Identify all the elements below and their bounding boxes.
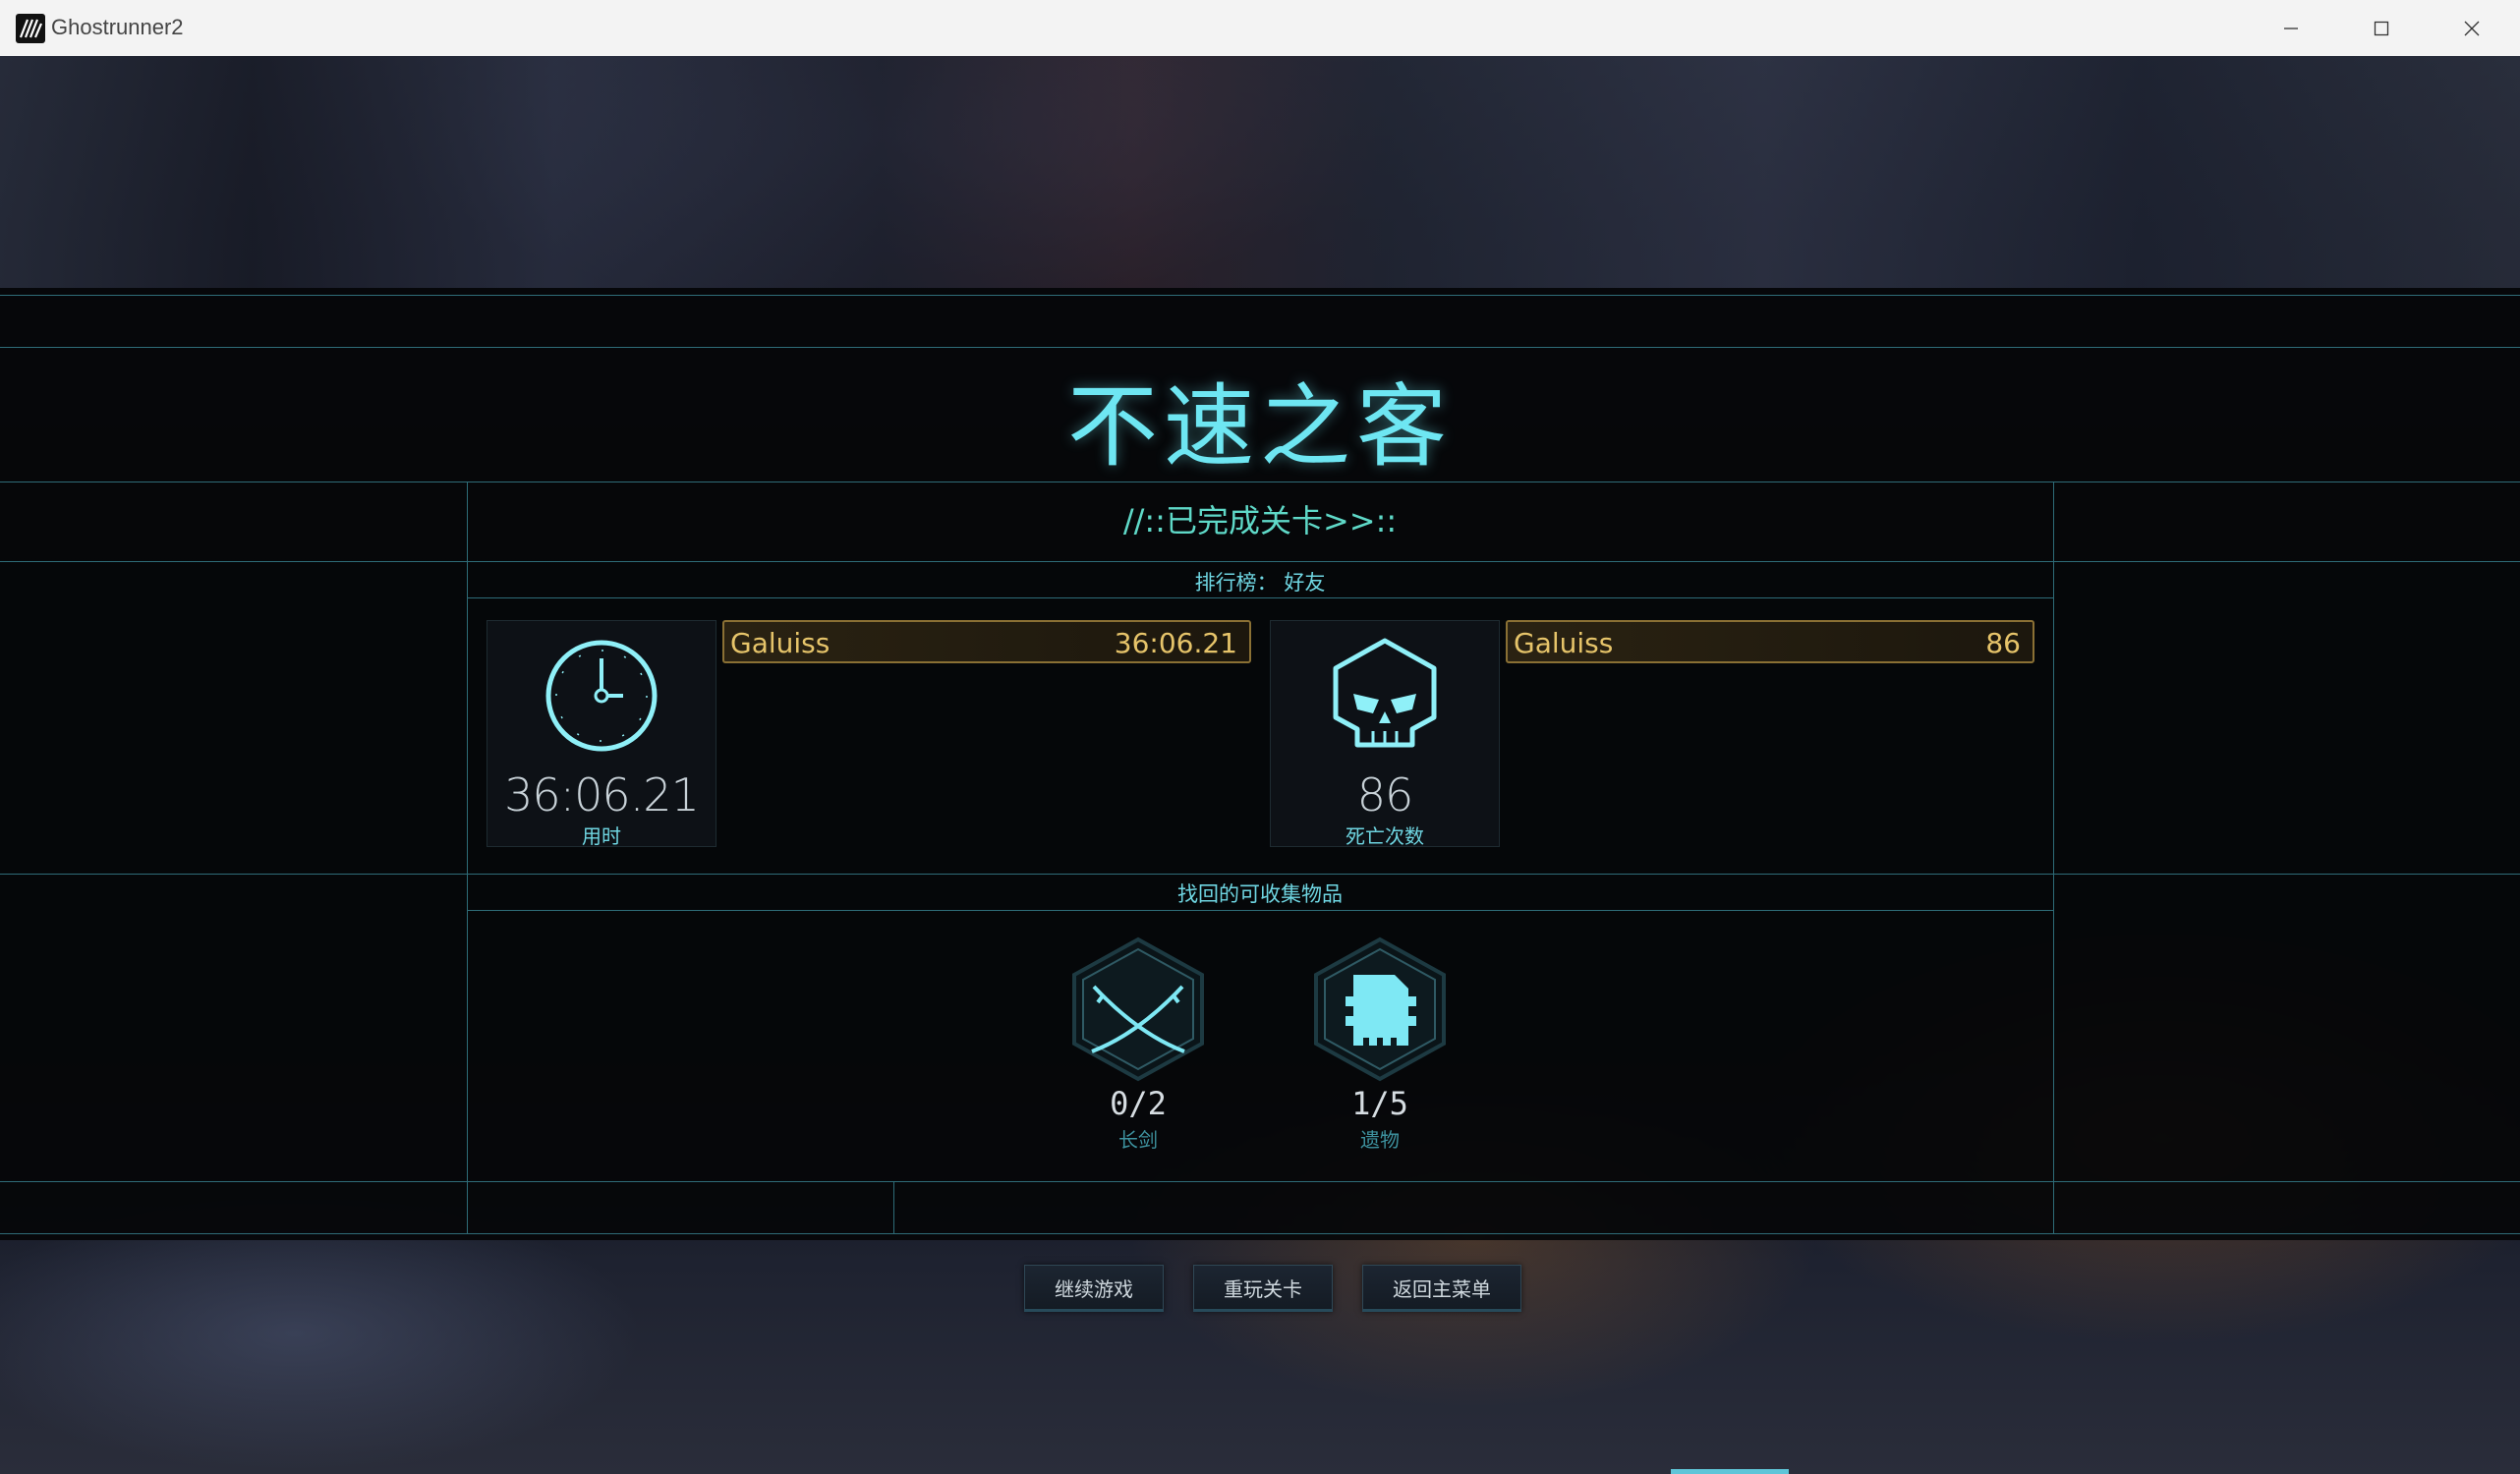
replay-level-button[interactable]: 重玩关卡 xyxy=(1193,1265,1333,1312)
player-deaths: 86 xyxy=(1985,627,2021,659)
minimize-button[interactable] xyxy=(2246,0,2336,56)
deaths-value: 86 xyxy=(1356,768,1414,822)
deaths-label: 死亡次数 xyxy=(1346,824,1424,848)
swords-count: 0/2 xyxy=(1110,1085,1167,1122)
divider xyxy=(467,910,2053,911)
ghostrunner-logo-icon xyxy=(16,14,45,43)
window-title: Ghostrunner2 xyxy=(51,15,184,39)
divider xyxy=(0,1181,2520,1182)
collectibles-label: 找回的可收集物品 xyxy=(1177,882,1343,906)
divider xyxy=(893,1181,894,1233)
bottom-highlight xyxy=(1671,1469,1789,1474)
level-status: //::已完成关卡>>:: xyxy=(1122,502,1398,539)
time-stat-card: 36:06.21 用时 xyxy=(487,620,716,848)
leaderboard-label: 排行榜： 好友 xyxy=(1194,571,1326,595)
background-haze xyxy=(0,56,2520,288)
deaths-leaderboard-entry[interactable]: Galuiss 86 xyxy=(1506,620,2034,663)
title-bar: Ghostrunner2 xyxy=(0,0,2520,57)
close-button[interactable] xyxy=(2427,0,2517,56)
skull-icon xyxy=(1324,635,1446,761)
continue-game-button[interactable]: 继续游戏 xyxy=(1024,1265,1164,1312)
crossed-swords-icon xyxy=(1072,936,1204,1082)
close-icon xyxy=(2464,21,2480,35)
memory-card-icon xyxy=(1314,936,1446,1082)
divider xyxy=(0,1233,2520,1234)
maximize-icon xyxy=(2374,21,2389,35)
divider xyxy=(467,597,2053,598)
deaths-stat-card: 86 死亡次数 xyxy=(1270,620,1500,848)
swords-label: 长剑 xyxy=(1118,1128,1158,1152)
collectible-swords[interactable]: 0/2 长剑 xyxy=(1064,935,1212,1152)
player-time: 36:06.21 xyxy=(1114,627,1237,659)
main-menu-button[interactable]: 返回主菜单 xyxy=(1362,1265,1521,1312)
divider xyxy=(0,347,2520,348)
game-window: Ghostrunner2 不速之客 //::已完成关卡>>:: 排行榜： 好友 xyxy=(0,0,2520,1474)
level-title: 不速之客 xyxy=(1066,374,1453,480)
player-name: Galuiss xyxy=(1514,627,1614,659)
time-label: 用时 xyxy=(582,824,621,848)
time-leaderboard-entry[interactable]: Galuiss 36:06.21 xyxy=(722,620,1251,663)
divider xyxy=(0,874,2520,875)
divider xyxy=(2053,482,2054,1233)
player-name: Galuiss xyxy=(730,627,830,659)
collectible-relics[interactable]: 1/5 遗物 xyxy=(1306,935,1454,1152)
relics-count: 1/5 xyxy=(1351,1085,1408,1122)
divider xyxy=(0,295,2520,296)
relics-label: 遗物 xyxy=(1360,1128,1400,1152)
clock-icon xyxy=(541,635,662,761)
minimize-icon xyxy=(2284,27,2298,29)
divider xyxy=(0,561,2520,562)
time-value: 36:06.21 xyxy=(504,768,700,822)
maximize-button[interactable] xyxy=(2336,0,2427,56)
